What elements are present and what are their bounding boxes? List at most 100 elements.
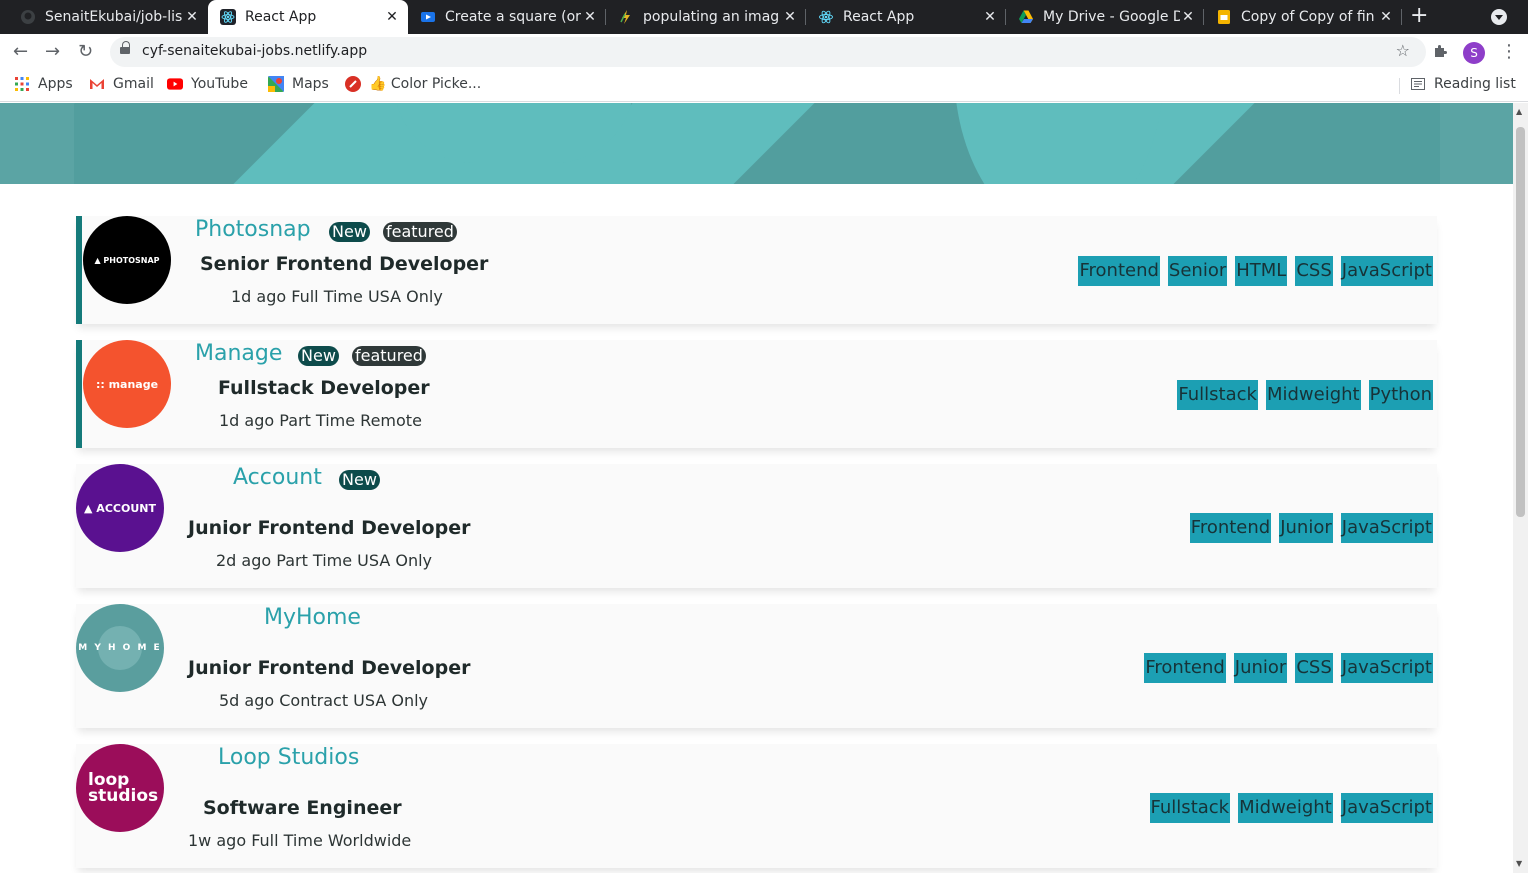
tab-search-icon[interactable] — [1491, 9, 1507, 25]
job-position[interactable]: Junior Frontend Developer — [188, 517, 470, 539]
featured-badge: featured — [383, 222, 457, 242]
react-icon — [220, 9, 236, 25]
tag-filter[interactable]: HTML — [1235, 256, 1288, 286]
job-meta: 1d ago Full Time USA Only — [231, 287, 443, 306]
url-text[interactable]: cyf-senaitekubai-jobs.netlify.app — [142, 43, 367, 59]
tab-title: Copy of Copy of fin — [1241, 9, 1375, 25]
job-tags: Frontend Junior JavaScript — [1189, 513, 1433, 543]
logo-text: M Y H O M E — [78, 643, 162, 653]
close-tab-icon[interactable]: ✕ — [1180, 9, 1196, 25]
browser-tab[interactable]: SenaitEkubai/job-lis ✕ — [8, 0, 208, 34]
new-badge: New — [339, 470, 380, 490]
bookmark-star-icon[interactable]: ☆ — [1396, 41, 1410, 60]
tag-filter[interactable]: Junior — [1279, 513, 1333, 543]
tag-filter[interactable]: Midweight — [1238, 793, 1333, 823]
job-meta: 1d ago Part Time Remote — [219, 411, 422, 430]
company-logo: :: manage — [83, 340, 171, 428]
close-tab-icon[interactable]: ✕ — [184, 9, 200, 25]
bookmark-label: 👍 Color Picke... — [369, 76, 482, 92]
company-name[interactable]: MyHome — [264, 605, 361, 630]
logo-text: ▲ PHOTOSNAP — [94, 255, 160, 265]
tag-filter[interactable]: Python — [1368, 380, 1433, 410]
header-pattern — [74, 103, 1440, 184]
tab-title: SenaitEkubai/job-lis — [45, 9, 183, 25]
tag-filter[interactable]: Fullstack — [1177, 380, 1258, 410]
browser-tab[interactable]: React App ✕ — [806, 0, 1006, 34]
tag-filter[interactable]: Frontend — [1078, 256, 1160, 286]
color-picker-icon — [345, 76, 361, 92]
close-tab-icon[interactable]: ✕ — [1378, 9, 1394, 25]
browser-tab[interactable]: Copy of Copy of fin ✕ — [1204, 0, 1402, 34]
job-position[interactable]: Software Engineer — [203, 797, 402, 819]
browser-tab[interactable]: My Drive - Google D ✕ — [1006, 0, 1204, 34]
job-position[interactable]: Fullstack Developer — [218, 377, 430, 399]
job-card[interactable]: loop studios Loop Studios Software Engin… — [76, 744, 1437, 868]
company-logo: ▲ PHOTOSNAP — [83, 216, 171, 304]
youtube-icon — [167, 76, 183, 92]
back-icon[interactable]: ← — [13, 41, 28, 62]
job-card[interactable]: ▲ ACCOUNT Account New Junior Frontend De… — [76, 464, 1437, 588]
job-meta: 2d ago Part Time USA Only — [216, 551, 433, 570]
maps-icon — [268, 76, 284, 92]
scrollbar-thumb[interactable] — [1516, 127, 1525, 517]
bookmark-gmail[interactable]: Gmail — [89, 76, 154, 92]
lock-icon — [120, 41, 130, 55]
close-tab-icon[interactable]: ✕ — [982, 9, 998, 25]
bookmark-color-picker[interactable]: 👍 Color Picke... — [345, 76, 481, 92]
video-icon — [420, 9, 436, 25]
new-tab-icon[interactable]: + — [1410, 5, 1428, 27]
browser-tab[interactable]: populating an imag ✕ — [606, 0, 806, 34]
company-name[interactable]: Manage — [195, 341, 282, 366]
tab-title: React App — [245, 9, 317, 25]
job-tags: Frontend Senior HTML CSS JavaScript — [1078, 256, 1433, 286]
job-card[interactable]: :: manage Manage New featured Fullstack … — [76, 340, 1437, 448]
reading-list-label: Reading list — [1434, 76, 1516, 92]
job-position[interactable]: Senior Frontend Developer — [200, 253, 488, 275]
tag-filter[interactable]: CSS — [1295, 653, 1333, 683]
tag-filter[interactable]: JavaScript — [1340, 793, 1433, 823]
tag-filter[interactable]: Midweight — [1265, 380, 1361, 410]
job-card[interactable]: ▲ PHOTOSNAP Photosnap New featured Senio… — [76, 216, 1437, 324]
tag-filter[interactable]: JavaScript — [1340, 256, 1433, 286]
close-tab-icon[interactable]: ✕ — [582, 9, 598, 25]
job-tags: Frontend Junior CSS JavaScript — [1144, 653, 1433, 683]
tag-filter[interactable]: Fullstack — [1149, 793, 1231, 823]
browser-menu-icon[interactable]: ⋮ — [1500, 41, 1518, 62]
new-badge: New — [329, 222, 370, 242]
extensions-puzzle-icon[interactable] — [1432, 43, 1448, 63]
browser-tab-active[interactable]: React App ✕ — [208, 0, 408, 34]
company-name[interactable]: Photosnap — [195, 217, 311, 242]
tag-filter[interactable]: Junior — [1233, 653, 1288, 683]
tag-filter[interactable]: CSS — [1295, 256, 1333, 286]
bookmark-maps[interactable]: Maps — [268, 76, 329, 92]
company-name[interactable]: Account — [233, 465, 322, 490]
bookmark-label: Maps — [292, 76, 329, 92]
link-icon — [618, 9, 634, 25]
job-position[interactable]: Junior Frontend Developer — [188, 657, 470, 679]
scroll-down-icon[interactable]: ▼ — [1516, 859, 1522, 868]
tag-filter[interactable]: Senior — [1167, 256, 1228, 286]
forward-icon[interactable]: → — [45, 41, 60, 62]
job-card[interactable]: M Y H O M E MyHome Junior Frontend Devel… — [76, 604, 1437, 728]
reload-icon[interactable]: ↻ — [78, 41, 93, 62]
github-icon — [20, 9, 36, 25]
address-bar[interactable]: cyf-senaitekubai-jobs.netlify.app ☆ — [110, 37, 1426, 67]
company-name[interactable]: Loop Studios — [218, 745, 359, 770]
tag-filter[interactable]: JavaScript — [1340, 513, 1433, 543]
tag-filter[interactable]: Frontend — [1144, 653, 1226, 683]
reading-list-button[interactable]: Reading list — [1410, 76, 1516, 92]
tag-filter[interactable]: JavaScript — [1340, 653, 1433, 683]
page-scrollbar[interactable]: ▲ ▼ — [1513, 103, 1528, 873]
scroll-up-icon[interactable]: ▲ — [1516, 107, 1522, 116]
bookmark-youtube[interactable]: YouTube — [167, 76, 248, 92]
tab-title: Create a square (or — [445, 9, 581, 25]
featured-badge: featured — [352, 346, 426, 366]
close-tab-icon[interactable]: ✕ — [384, 9, 400, 25]
profile-avatar[interactable]: S — [1463, 42, 1485, 64]
header-banner — [0, 103, 1513, 184]
logo-text: loop studios — [88, 770, 159, 806]
close-tab-icon[interactable]: ✕ — [782, 9, 798, 25]
bookmark-apps[interactable]: Apps — [14, 76, 73, 92]
browser-tab[interactable]: Create a square (or ✕ — [408, 0, 606, 34]
tag-filter[interactable]: Frontend — [1189, 513, 1272, 543]
